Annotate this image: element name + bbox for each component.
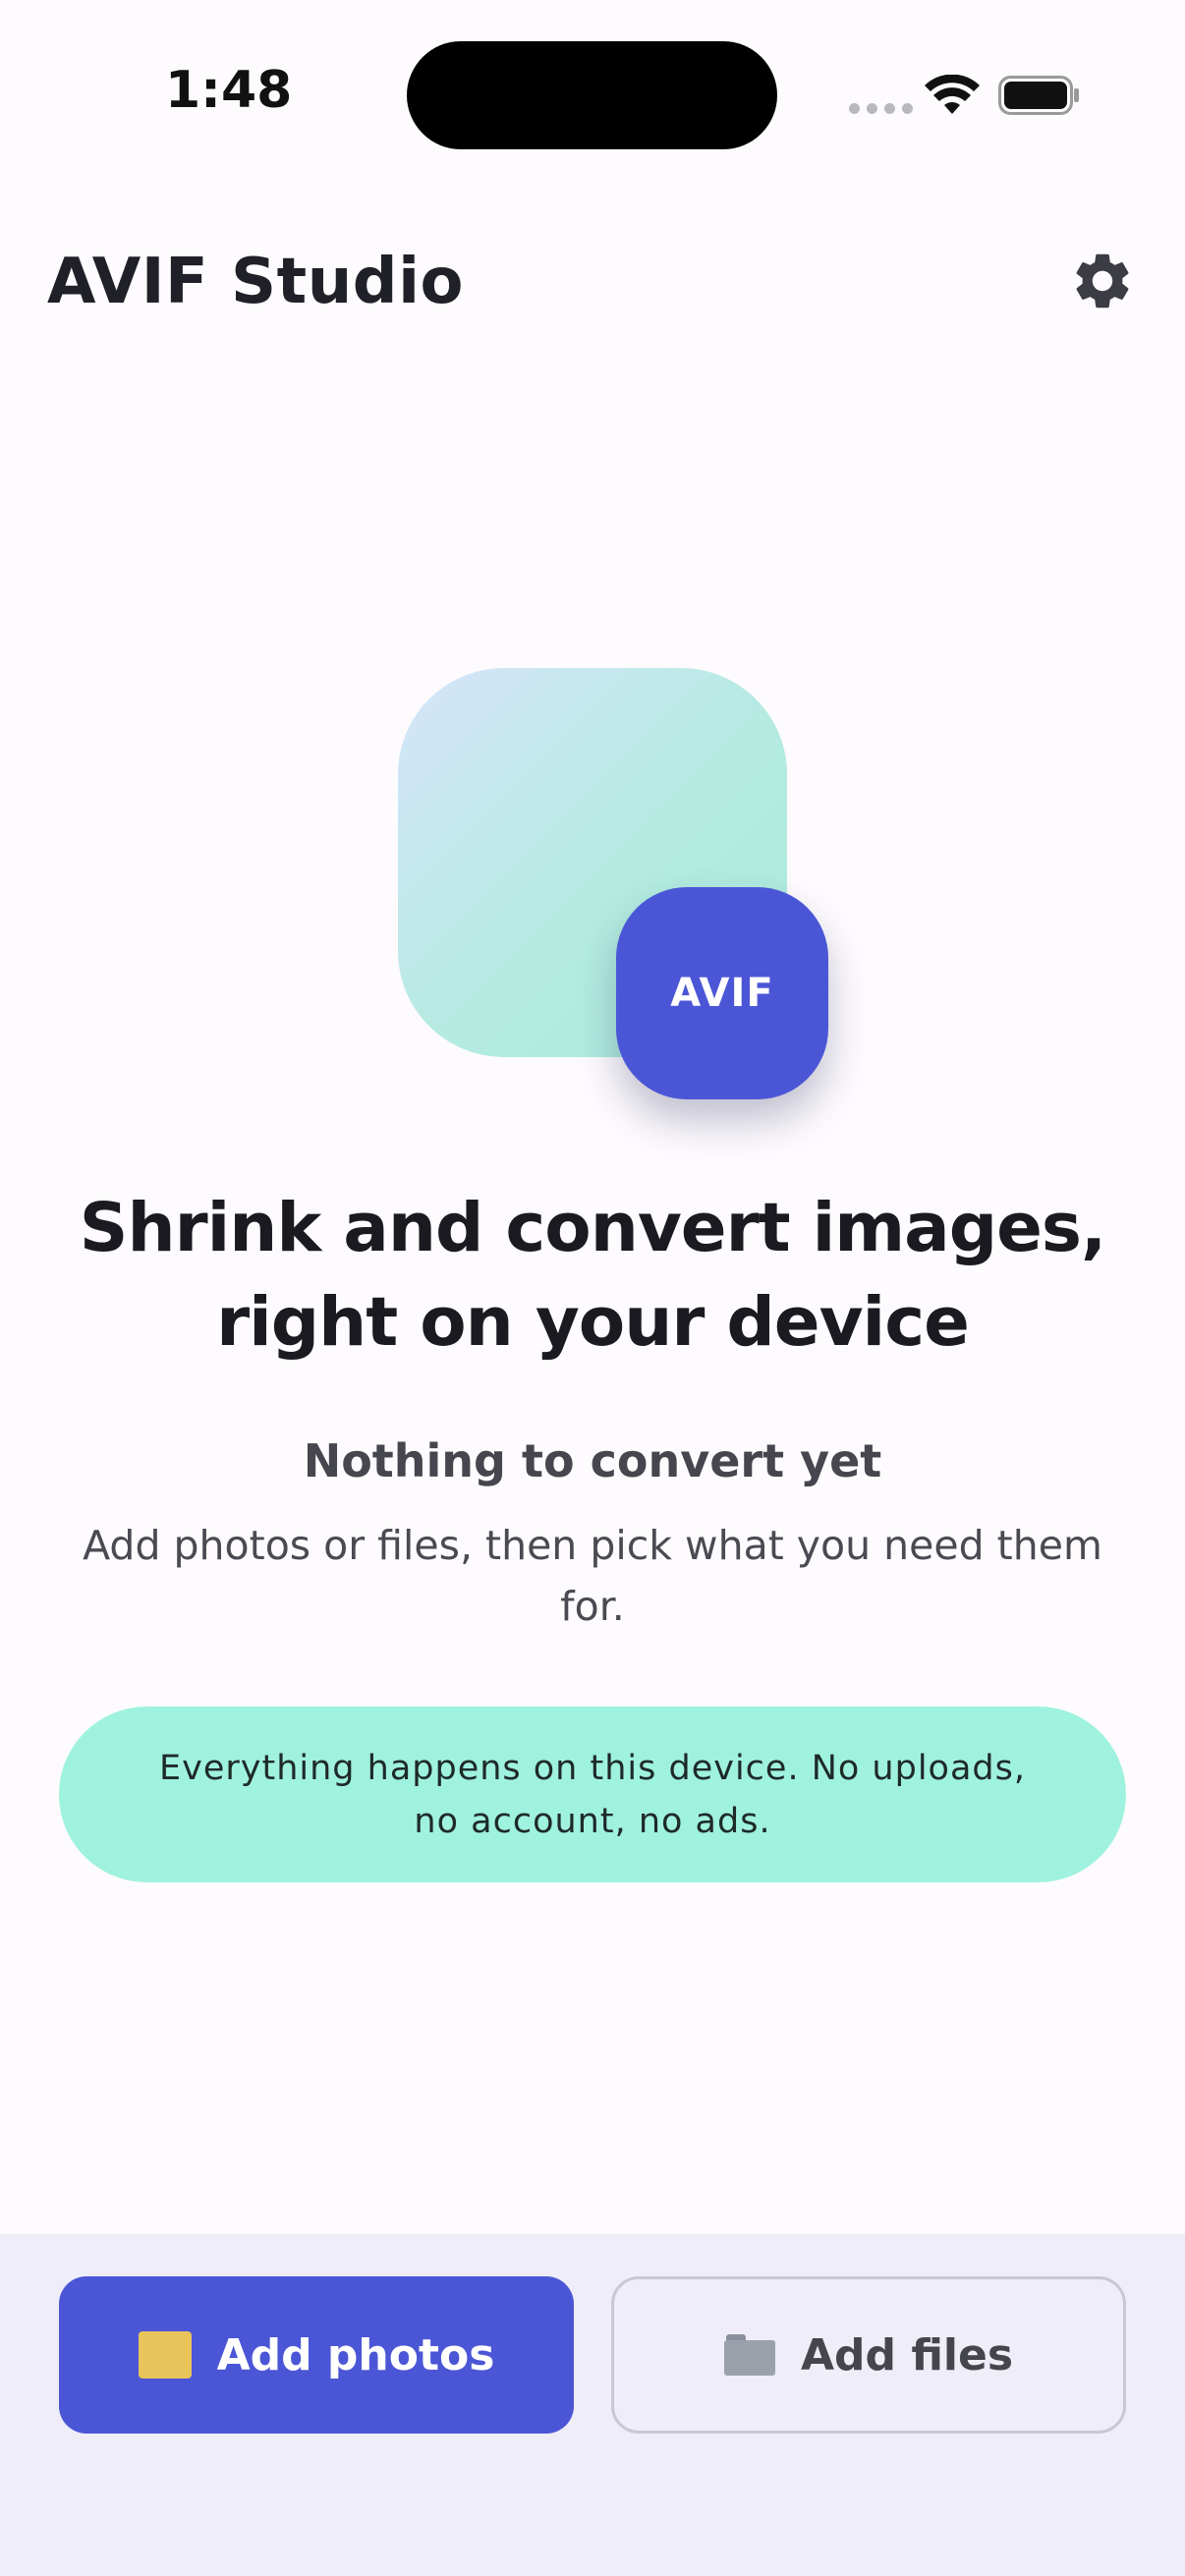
avif-badge: AVIF [616, 887, 828, 1099]
add-photos-button[interactable]: Add photos [59, 2276, 574, 2434]
bottom-action-bar: Add photos Add files [0, 2234, 1185, 2576]
empty-state-title: Nothing to convert yet [303, 1434, 882, 1487]
battery-icon [998, 76, 1079, 115]
status-bar: 1:48 [0, 0, 1185, 187]
folder-icon [723, 2334, 775, 2376]
empty-state-description: Add photos or files, then pick what you … [83, 1522, 1102, 1630]
gear-icon[interactable] [1069, 248, 1136, 314]
add-files-button[interactable]: Add files [611, 2276, 1126, 2434]
add-files-label: Add files [800, 2329, 1014, 2380]
framed-picture-icon [138, 2331, 192, 2379]
headline: Shrink and convert images, right on your… [79, 1189, 1106, 1362]
dynamic-island [407, 41, 777, 149]
hero-illustration: AVIF [0, 668, 1185, 1100]
add-photos-label: Add photos [216, 2329, 495, 2380]
privacy-note-text: Everything happens on this device. No up… [159, 1748, 1026, 1841]
privacy-note: Everything happens on this device. No up… [59, 1707, 1126, 1882]
status-time: 1:48 [165, 61, 293, 120]
cellular-signal-icon [849, 103, 913, 114]
app-title: AVIF Studio [47, 246, 464, 318]
wifi-icon [925, 75, 980, 114]
app-header: AVIF Studio [0, 226, 1185, 334]
